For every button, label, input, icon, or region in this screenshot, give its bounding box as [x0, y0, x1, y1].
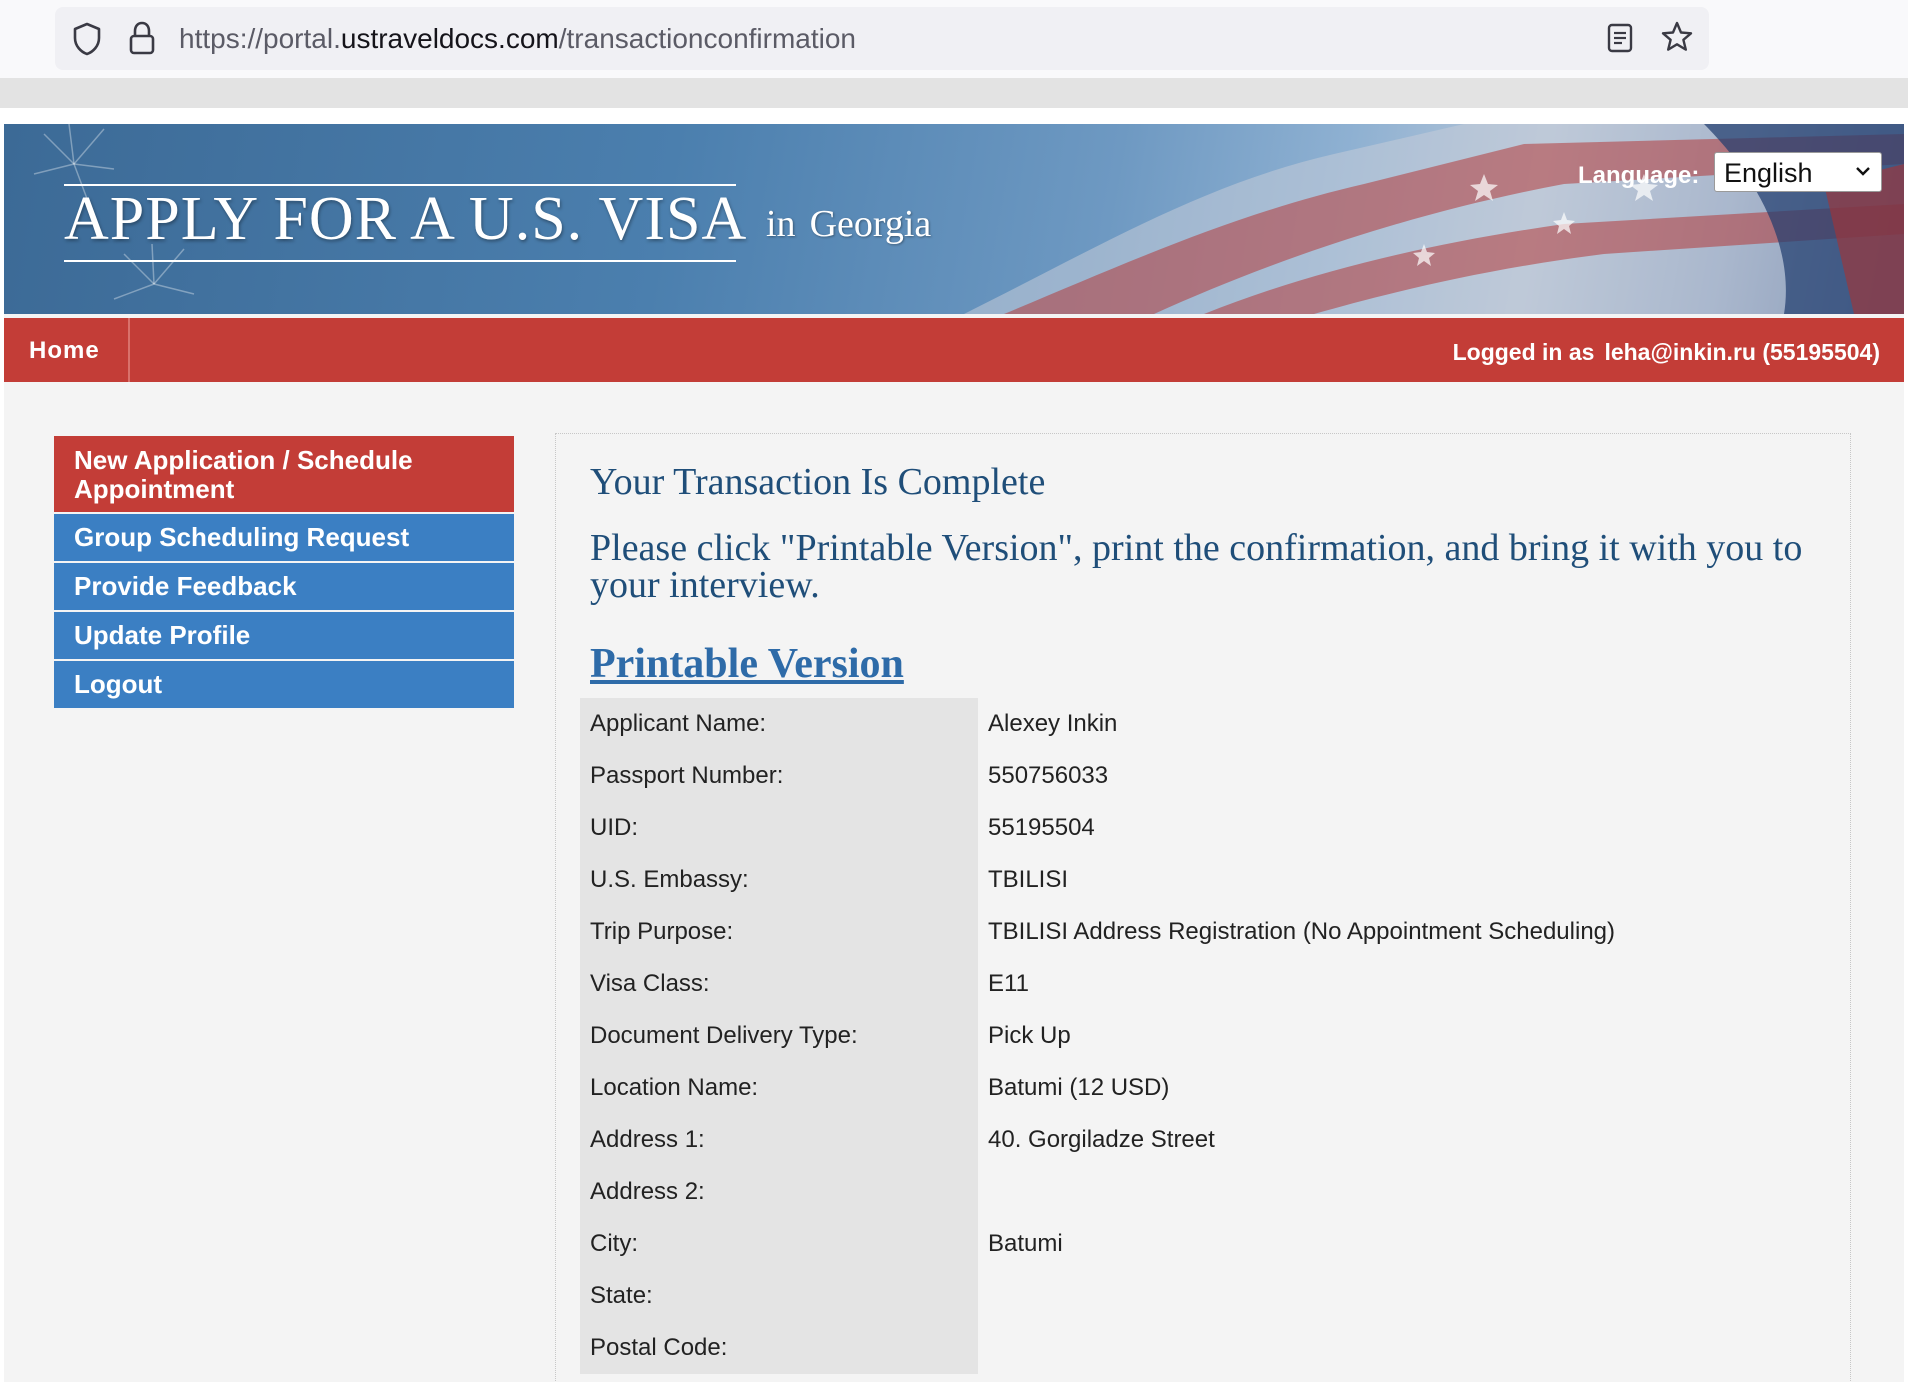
page-title: Your Transaction Is Complete [590, 461, 1046, 503]
top-nav-bar: Home Logged in as leha@inkin.ru (55195504… [4, 318, 1904, 382]
detail-label: UID: [580, 802, 978, 854]
sidebar-item-new-application[interactable]: New Application / Schedule Appointment [54, 436, 514, 512]
sidebar-item-logout[interactable]: Logout [54, 661, 514, 708]
detail-row-postal-code: Postal Code: [580, 1322, 1810, 1374]
logged-in-label: Logged in as [1452, 339, 1595, 365]
detail-row-location-name: Location Name: Batumi (12 USD) [580, 1062, 1810, 1114]
detail-row-address-2: Address 2: [580, 1166, 1810, 1218]
url-scheme: https://portal. [179, 23, 341, 54]
nav-home-link[interactable]: Home [4, 318, 130, 382]
detail-label: U.S. Embassy: [580, 854, 978, 906]
sidebar-menu: New Application / Schedule Appointment G… [54, 436, 514, 710]
logged-in-status: Logged in as leha@inkin.ru (55195504) [1453, 339, 1880, 366]
detail-value: Batumi [988, 1230, 1063, 1257]
detail-value: TBILISI Address Registration (No Appoint… [988, 918, 1615, 945]
detail-row-trip-purpose: Trip Purpose: TBILISI Address Registrati… [580, 906, 1810, 958]
in-label: in [766, 203, 796, 245]
header-banner: APPLY FOR A U.S. VISA in Georgia Language… [4, 124, 1904, 314]
detail-label: Applicant Name: [580, 698, 978, 750]
shield-icon[interactable] [72, 22, 102, 56]
detail-label: Address 1: [580, 1114, 978, 1166]
detail-row-uid: UID: 55195504 [580, 802, 1810, 854]
country-name: Georgia [809, 203, 932, 245]
chevron-down-icon [1856, 167, 1870, 176]
detail-label: City: [580, 1218, 978, 1270]
lock-icon[interactable] [128, 21, 156, 55]
applicant-details-table: Applicant Name: Alexey Inkin Passport Nu… [580, 698, 1810, 1374]
url-text[interactable]: https://portal.ustraveldocs.com/transact… [179, 22, 856, 56]
detail-row-passport-number: Passport Number: 550756033 [580, 750, 1810, 802]
detail-value: 40. Gorgiladze Street [988, 1126, 1215, 1153]
detail-row-city: City: Batumi [580, 1218, 1810, 1270]
url-path: /transactionconfirmation [558, 23, 857, 54]
detail-value: TBILISI [988, 866, 1069, 893]
language-selected-value: English [1724, 158, 1813, 188]
detail-value: Alexey Inkin [988, 710, 1118, 737]
confirmation-panel: Your Transaction Is Complete Please clic… [555, 433, 1851, 1382]
detail-value: 550756033 [988, 762, 1109, 789]
sidebar-item-group-scheduling[interactable]: Group Scheduling Request [54, 514, 514, 561]
page: APPLY FOR A U.S. VISA in Georgia Language… [4, 124, 1904, 1382]
sidebar-item-update-profile[interactable]: Update Profile [54, 612, 514, 659]
browser-toolbar: https://portal.ustraveldocs.com/transact… [0, 0, 1908, 78]
detail-label: Trip Purpose: [580, 906, 978, 958]
printable-version-link[interactable]: Printable Version [590, 640, 904, 688]
detail-value: E11 [988, 970, 1029, 997]
detail-row-visa-class: Visa Class: E11 [580, 958, 1810, 1010]
detail-label: Address 2: [580, 1166, 978, 1218]
url-host: ustraveldocs.com [340, 23, 559, 54]
detail-label: Document Delivery Type: [580, 1010, 978, 1062]
reader-view-icon[interactable] [1607, 23, 1633, 53]
site-subtitle: in Georgia [766, 202, 931, 246]
detail-label: Postal Code: [580, 1322, 978, 1374]
detail-value: 55195504 [988, 814, 1095, 841]
language-select[interactable]: English [1714, 152, 1882, 192]
detail-label: Visa Class: [580, 958, 978, 1010]
sidebar-item-provide-feedback[interactable]: Provide Feedback [54, 563, 514, 610]
address-bar[interactable]: https://portal.ustraveldocs.com/transact… [55, 7, 1709, 70]
detail-value: Pick Up [988, 1022, 1071, 1049]
detail-row-delivery-type: Document Delivery Type: Pick Up [580, 1010, 1810, 1062]
logged-in-user: leha@inkin.ru (55195504) [1604, 339, 1880, 365]
print-instructions: Please click "Printable Version", print … [590, 527, 1803, 606]
nav-home-label: Home [29, 337, 100, 364]
detail-row-embassy: U.S. Embassy: TBILISI [580, 854, 1810, 906]
detail-label: Location Name: [580, 1062, 978, 1114]
language-label: Language: [1578, 162, 1700, 189]
detail-label: Passport Number: [580, 750, 978, 802]
detail-row-address-1: Address 1: 40. Gorgiladze Street [580, 1114, 1810, 1166]
detail-row-applicant-name: Applicant Name: Alexey Inkin [580, 698, 1810, 750]
bookmarks-strip [0, 78, 1908, 108]
title-rule-bottom [64, 260, 736, 262]
detail-row-state: State: [580, 1270, 1810, 1322]
bookmark-star-icon[interactable] [1660, 20, 1694, 54]
detail-label: State: [580, 1270, 978, 1322]
site-title: APPLY FOR A U.S. VISA [64, 185, 748, 253]
detail-value: Batumi (12 USD) [988, 1074, 1170, 1101]
